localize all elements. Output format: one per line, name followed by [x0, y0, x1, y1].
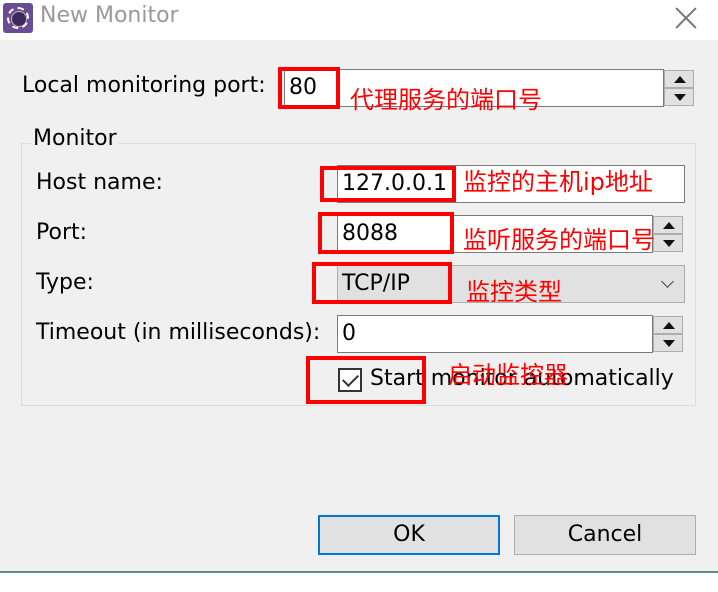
local-port-label: Local monitoring port:	[22, 73, 266, 98]
arrow-up-icon	[663, 222, 675, 229]
window-title: New Monitor	[40, 3, 179, 28]
local-port-decrement-button[interactable]	[664, 88, 694, 106]
type-select[interactable]: TCP/IP	[337, 265, 685, 303]
auto-start-checkbox[interactable]	[338, 368, 362, 392]
window-bottom-border	[0, 571, 718, 573]
timeout-input[interactable]: 0	[337, 315, 653, 353]
arrow-down-icon	[663, 340, 675, 347]
local-port-increment-button[interactable]	[664, 70, 694, 88]
port-increment-button[interactable]	[653, 216, 683, 234]
host-name-label: Host name:	[36, 170, 163, 195]
gear-core	[11, 11, 27, 27]
title-bar: New Monitor	[0, 0, 718, 40]
port-decrement-button[interactable]	[653, 234, 683, 252]
arrow-up-icon	[663, 322, 675, 329]
timeout-increment-button[interactable]	[653, 316, 683, 334]
ok-button[interactable]: OK	[318, 515, 500, 555]
eclipse-gear-icon	[3, 3, 33, 33]
timeout-spinner	[653, 316, 683, 352]
type-label: Type:	[36, 270, 94, 295]
close-icon[interactable]	[672, 4, 700, 32]
timeout-label: Timeout (in milliseconds):	[36, 320, 321, 345]
checkmark-icon	[342, 370, 359, 387]
arrow-down-icon	[663, 240, 675, 247]
port-spinner	[653, 216, 683, 252]
chevron-down-icon	[661, 275, 674, 288]
timeout-decrement-button[interactable]	[653, 334, 683, 352]
arrow-up-icon	[674, 76, 686, 83]
local-port-spinner	[664, 70, 694, 106]
host-name-input[interactable]: 127.0.0.1	[337, 165, 685, 203]
monitor-group-title: Monitor	[31, 126, 119, 151]
type-select-value: TCP/IP	[342, 271, 410, 296]
port-input[interactable]: 8088	[337, 215, 653, 253]
arrow-down-icon	[674, 94, 686, 101]
port-label: Port:	[36, 220, 88, 245]
cancel-button[interactable]: Cancel	[514, 515, 696, 555]
auto-start-label[interactable]: Start monitor automatically	[370, 366, 674, 391]
local-port-input[interactable]: 80	[284, 69, 664, 107]
